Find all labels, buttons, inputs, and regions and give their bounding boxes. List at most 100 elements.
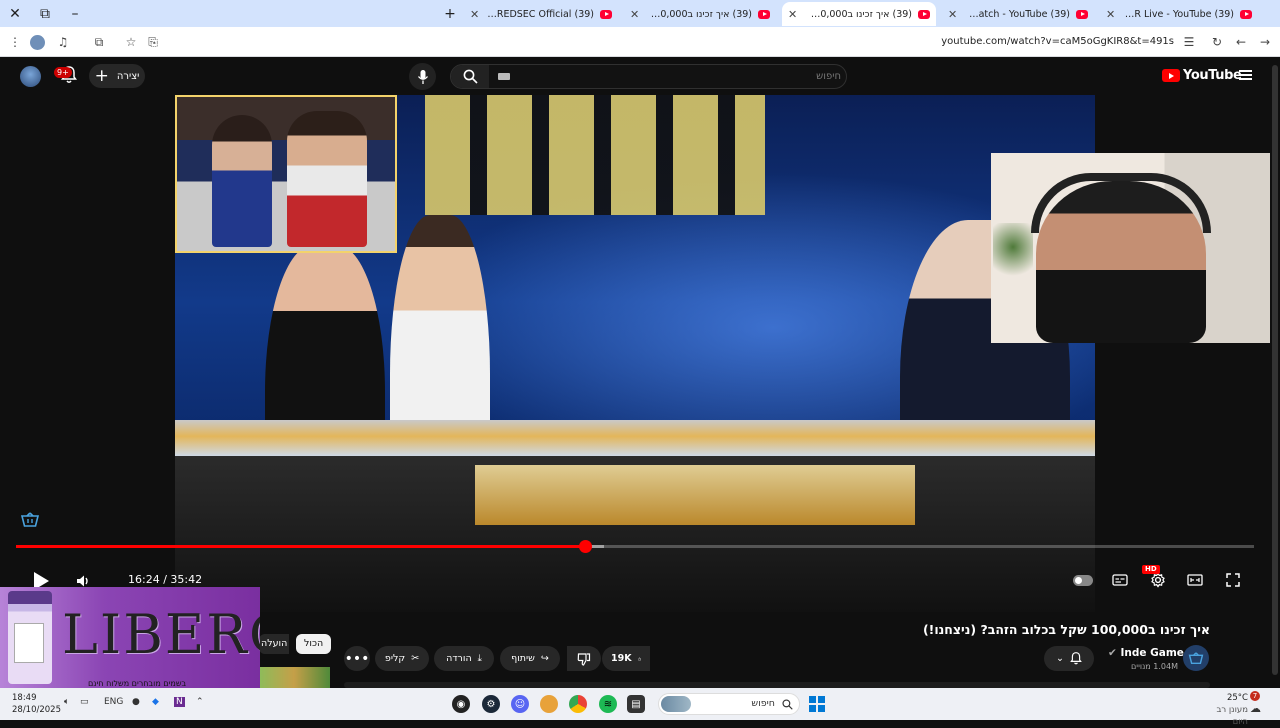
- clock-time: 18:49: [12, 693, 37, 703]
- progress-bar[interactable]: [16, 540, 1254, 553]
- tab-title: (39) איך זכינו ב100,000 שקל בכ...: [805, 8, 912, 20]
- close-window-icon[interactable]: ✕: [0, 0, 30, 27]
- app-icon[interactable]: [540, 695, 558, 713]
- shield-tray-icon[interactable]: ◆: [152, 697, 159, 707]
- like-button[interactable]: 19K: [602, 646, 650, 671]
- weather-temp: 25°C: [1226, 693, 1248, 703]
- media-control-icon[interactable]: ♫: [54, 33, 72, 51]
- browser-tab[interactable]: (39) איך זכינו ב100,000 שקל בכ... ✕: [624, 2, 776, 26]
- subtitles-icon[interactable]: [1111, 571, 1129, 589]
- reload-icon[interactable]: ↻: [1208, 33, 1226, 51]
- bookmark-star-icon[interactable]: ☆: [122, 33, 140, 51]
- speaker-icon[interactable]: 🔈︎: [64, 697, 69, 707]
- tab-close-icon[interactable]: ✕: [948, 8, 957, 21]
- windows-start-icon[interactable]: [809, 696, 825, 712]
- filter-chip-all[interactable]: הכול: [296, 634, 332, 654]
- plant: [993, 223, 1033, 283]
- address-bar[interactable]: youtube.com/watch?v=caM5oGgKIR8&t=491s: [941, 36, 1174, 47]
- browser-tab-strip: ✕ ⧉ – (39) OdedSVR Live - YouTube ✕ (39)…: [0, 0, 1280, 27]
- tab-close-icon[interactable]: ✕: [1106, 8, 1115, 21]
- tab-close-icon[interactable]: ✕: [470, 8, 479, 21]
- discord-app-icon[interactable]: ☺: [511, 695, 529, 713]
- desk-glow: [475, 465, 915, 525]
- file-explorer-icon[interactable]: ▤: [627, 695, 645, 713]
- facecam-inset-couple: [175, 95, 397, 253]
- youtube-favicon-icon: [918, 9, 930, 19]
- restore-window-icon[interactable]: ⧉: [30, 0, 60, 27]
- forward-arrow-icon[interactable]: →: [1256, 33, 1274, 51]
- tab-close-icon[interactable]: ✕: [630, 8, 639, 21]
- channel-watermark-icon[interactable]: [20, 512, 40, 528]
- microphone-tray-icon[interactable]: ●: [132, 697, 140, 707]
- video-player[interactable]: 16:24 / 35:42 HD: [0, 95, 1270, 612]
- fullscreen-icon[interactable]: [1224, 571, 1242, 589]
- browser-tab[interactable]: (39) Battlefield REDSEC Official... ✕: [464, 2, 618, 26]
- browser-tab[interactable]: (39) despatch - YouTube ✕: [942, 2, 1094, 26]
- cloud-icon: ☁: [1250, 702, 1261, 715]
- search-icon: [782, 699, 793, 710]
- hamburger-menu-icon[interactable]: [1239, 70, 1252, 80]
- theater-mode-icon[interactable]: [1186, 571, 1204, 589]
- download-button[interactable]: הורדה ⤓: [434, 646, 494, 671]
- onenote-tray-icon[interactable]: N: [174, 697, 185, 707]
- search-highlight-image: [661, 696, 691, 712]
- share-button[interactable]: שיתוף ↪: [500, 646, 560, 671]
- more-actions-button[interactable]: •••: [344, 646, 370, 671]
- youtube-play-logo-icon: [1162, 69, 1180, 82]
- voice-search-mic-icon[interactable]: [409, 63, 436, 90]
- more-dots-icon: •••: [344, 650, 370, 667]
- clip-button[interactable]: קליפ ✂: [375, 646, 429, 671]
- video-title: איך זכינו ב100,000 שקל בכלוב הזהב? (ניצח…: [922, 622, 1210, 637]
- cast-icon[interactable]: ⎘: [144, 33, 162, 51]
- extensions-icon[interactable]: ⧉: [90, 33, 108, 51]
- scissors-icon: ✂: [411, 653, 420, 664]
- weather-widget[interactable]: 25°C מעונן רב היום: [1200, 692, 1248, 728]
- weather-alert-badge: 7: [1250, 691, 1260, 701]
- scrollbar-thumb[interactable]: [1272, 65, 1278, 675]
- create-label: יצירה: [116, 70, 140, 82]
- spotify-app-icon[interactable]: ≋: [599, 695, 617, 713]
- youtube-favicon-icon: [1076, 9, 1088, 19]
- minimize-window-icon[interactable]: –: [60, 0, 90, 27]
- network-icon[interactable]: ▭: [80, 697, 89, 707]
- browser-tab[interactable]: (39) OdedSVR Live - YouTube ✕: [1100, 2, 1258, 26]
- youtube-logo[interactable]: YouTube: [1162, 68, 1242, 83]
- chevron-up-icon[interactable]: ⌃: [196, 697, 204, 707]
- inset-person: [287, 111, 367, 247]
- search-bar: [450, 64, 847, 89]
- filter-chip-uploaded[interactable]: הועלה: [259, 634, 290, 654]
- language-indicator[interactable]: ENG: [104, 697, 123, 707]
- browser-tab-active[interactable]: (39) איך זכינו ב100,000 שקל בכ... ✕: [782, 2, 936, 26]
- clock[interactable]: 18:49 28/10/2025: [12, 692, 61, 716]
- page-scrollbar[interactable]: [1270, 57, 1280, 688]
- tab-close-icon[interactable]: ✕: [788, 8, 797, 21]
- share-arrow-icon: ↪: [540, 653, 549, 664]
- taskbar-search[interactable]: חיפוש: [658, 693, 800, 715]
- create-button[interactable]: + יצירה: [89, 64, 145, 88]
- profile-icon[interactable]: [30, 35, 45, 50]
- channel-name-text: Inde Game: [1120, 647, 1184, 659]
- bell-icon: [1070, 652, 1082, 665]
- back-arrow-icon[interactable]: ←: [1232, 33, 1250, 51]
- search-icon[interactable]: [451, 65, 489, 88]
- browser-menu-icon[interactable]: ⋮: [6, 33, 24, 51]
- tab-title: (39) Battlefield REDSEC Official...: [487, 8, 594, 20]
- steam-app-icon[interactable]: ⚙: [482, 695, 500, 713]
- inset-person: [212, 115, 272, 247]
- subscriber-count: 1.04M מנויים: [1131, 662, 1178, 671]
- channel-name[interactable]: ✔ Inde Game: [1108, 647, 1184, 659]
- site-settings-icon[interactable]: ☰: [1180, 33, 1198, 51]
- ad-banner[interactable]: LIBERO בשמים מובחרים משלוח חינם: [0, 587, 260, 688]
- recommended-thumbnail[interactable]: [258, 667, 330, 688]
- search-input[interactable]: [497, 68, 841, 85]
- new-tab-icon[interactable]: +: [436, 0, 464, 27]
- obs-app-icon[interactable]: ◉: [452, 695, 470, 713]
- subscribed-bell-button[interactable]: ⌄: [1044, 646, 1094, 671]
- account-avatar[interactable]: [20, 66, 41, 87]
- chrome-app-icon[interactable]: [569, 695, 587, 713]
- dislike-button[interactable]: [567, 646, 601, 671]
- channel-avatar[interactable]: [1183, 645, 1209, 671]
- bottle-label: [14, 623, 44, 663]
- autoplay-toggle[interactable]: [1073, 575, 1093, 586]
- youtube-header: 9+ + יצירה YouTube: [0, 57, 1280, 95]
